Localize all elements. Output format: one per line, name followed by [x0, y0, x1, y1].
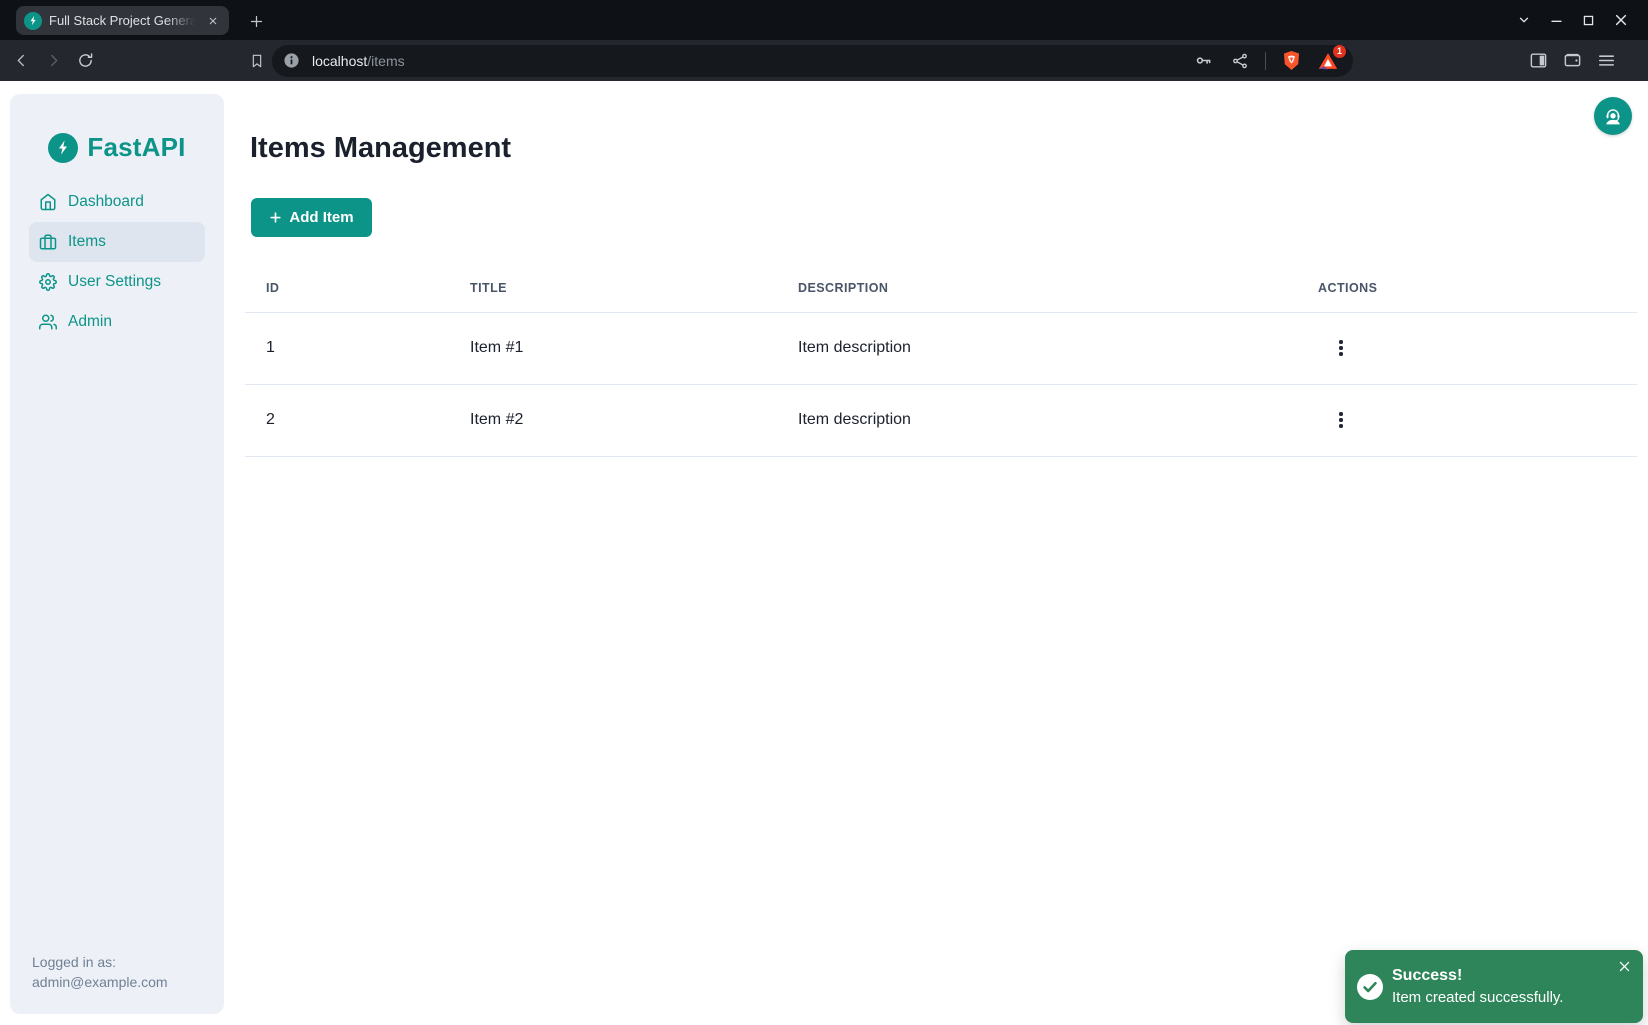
logged-in-label: Logged in as:: [32, 952, 168, 972]
key-icon[interactable]: [1191, 49, 1215, 73]
tab-bar: Full Stack Project Genera: [0, 0, 1648, 40]
toast-message: Item created successfully.: [1392, 987, 1563, 1009]
toast-close-icon[interactable]: [1617, 959, 1631, 973]
column-header-id: ID: [245, 255, 449, 312]
sidebar-item-dashboard[interactable]: Dashboard: [29, 182, 205, 222]
toast-title: Success!: [1392, 965, 1563, 987]
share-icon[interactable]: [1228, 49, 1252, 73]
cell-actions: [1297, 312, 1637, 384]
url-host: localhost: [312, 53, 367, 69]
brave-rewards-icon[interactable]: 1: [1316, 49, 1340, 73]
sidebar-nav: Dashboard Items User Settings: [29, 182, 205, 342]
users-icon: [39, 313, 57, 331]
new-tab-button[interactable]: [243, 8, 269, 34]
toolbar-right-buttons: [1526, 49, 1618, 73]
tab-search-chevron-icon[interactable]: [1517, 13, 1531, 27]
fastapi-bolt-icon: [48, 133, 78, 163]
gear-icon: [39, 273, 57, 291]
nav-buttons: [9, 49, 97, 73]
add-item-label: Add Item: [289, 209, 353, 226]
check-circle-icon: [1357, 974, 1383, 1000]
briefcase-icon: [39, 233, 57, 251]
rewards-badge: 1: [1333, 45, 1346, 58]
page-content: FastAPI Dashboard Items: [0, 81, 1648, 1025]
user-headset-icon: [1602, 105, 1624, 127]
cell-description: Item description: [777, 312, 1297, 384]
browser-tab[interactable]: Full Stack Project Genera: [16, 6, 229, 35]
logo-text: FastAPI: [87, 132, 185, 163]
sidebar-item-label: Admin: [68, 313, 112, 331]
table-row: 1 Item #1 Item description: [245, 312, 1637, 384]
cell-title: Item #1: [449, 312, 777, 384]
cell-id: 1: [245, 312, 449, 384]
sidebar-toggle-icon[interactable]: [1526, 49, 1550, 73]
column-header-title: TITLE: [449, 255, 777, 312]
column-header-actions: ACTIONS: [1297, 255, 1637, 312]
success-toast: Success! Item created successfully.: [1345, 950, 1643, 1023]
fastapi-favicon-icon: [24, 12, 42, 30]
cell-description: Item description: [777, 384, 1297, 456]
row-actions-kebab-icon[interactable]: [1321, 400, 1361, 440]
sidebar-item-label: User Settings: [68, 273, 161, 291]
row-actions-kebab-icon[interactable]: [1321, 328, 1361, 368]
column-header-description: DESCRIPTION: [777, 255, 1297, 312]
maximize-icon[interactable]: [1582, 14, 1595, 27]
sidebar-item-label: Dashboard: [68, 193, 144, 211]
site-info-icon[interactable]: [283, 52, 300, 69]
sidebar-item-admin[interactable]: Admin: [29, 302, 205, 342]
url-path: /items: [367, 53, 404, 69]
fastapi-logo: FastAPI: [10, 132, 224, 163]
forward-icon[interactable]: [41, 49, 65, 73]
cell-title: Item #2: [449, 384, 777, 456]
logged-in-email: admin@example.com: [32, 972, 168, 992]
tab-close-icon[interactable]: [205, 13, 221, 29]
logged-in-info: Logged in as: admin@example.com: [32, 952, 168, 992]
add-item-button[interactable]: Add Item: [251, 198, 372, 237]
minimize-icon[interactable]: [1550, 14, 1563, 27]
cell-actions: [1297, 384, 1637, 456]
window-controls: [1517, 0, 1628, 40]
menu-hamburger-icon[interactable]: [1594, 49, 1618, 73]
browser-window: Full Stack Project Genera: [0, 0, 1648, 1025]
back-icon[interactable]: [9, 49, 33, 73]
table-row: 2 Item #2 Item description: [245, 384, 1637, 456]
profile-menu-button[interactable]: [1594, 97, 1632, 135]
sidebar-item-user-settings[interactable]: User Settings: [29, 262, 205, 302]
bookmark-icon[interactable]: [245, 49, 269, 73]
table-header-row: ID TITLE DESCRIPTION ACTIONS: [245, 255, 1637, 312]
sidebar: FastAPI Dashboard Items: [10, 94, 224, 1014]
items-table: ID TITLE DESCRIPTION ACTIONS 1 Item #1 I…: [245, 255, 1637, 457]
brave-shield-icon[interactable]: [1279, 49, 1303, 73]
cell-id: 2: [245, 384, 449, 456]
sidebar-item-label: Items: [68, 233, 106, 251]
wallet-icon[interactable]: [1560, 49, 1584, 73]
close-window-icon[interactable]: [1614, 13, 1628, 27]
url-bar[interactable]: localhost/items 1: [272, 45, 1353, 77]
url-bar-actions: 1: [1191, 49, 1340, 73]
page-title: Items Management: [250, 134, 511, 163]
reload-icon[interactable]: [73, 49, 97, 73]
home-icon: [39, 193, 57, 211]
tab-title: Full Stack Project Genera: [49, 13, 198, 28]
sidebar-item-items[interactable]: Items: [29, 222, 205, 262]
browser-toolbar: localhost/items 1: [0, 40, 1648, 81]
toolbar-divider: [1265, 52, 1266, 70]
